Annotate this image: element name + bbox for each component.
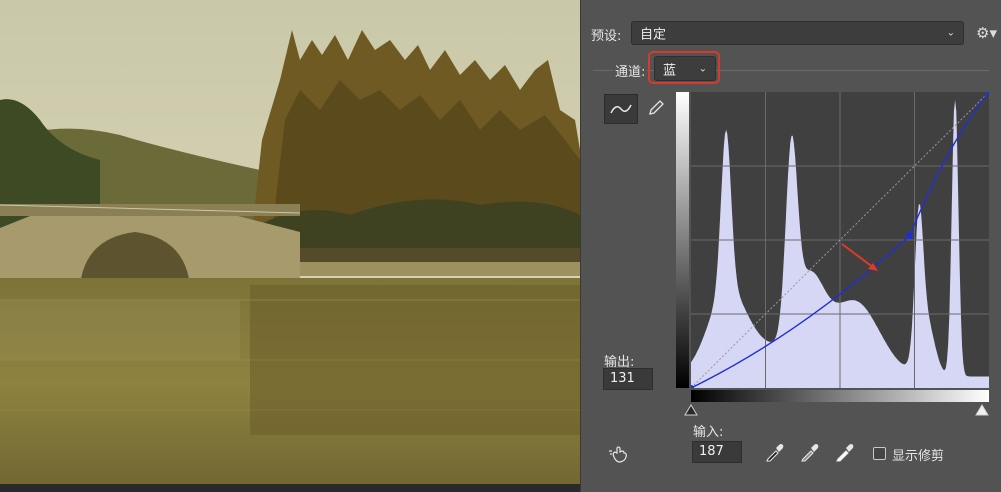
eyedropper-black-icon[interactable]: [764, 441, 786, 463]
annotation-arrow: [841, 243, 878, 271]
hand-adjust-icon[interactable]: [608, 443, 632, 465]
curve-point-icon[interactable]: [604, 94, 638, 124]
chevron-down-icon: ⌄: [946, 27, 955, 39]
curve-control-point[interactable]: [906, 232, 914, 240]
input-label: 输入:: [693, 425, 724, 440]
pencil-icon[interactable]: [640, 94, 672, 122]
eyedropper-gray-icon[interactable]: [799, 441, 821, 463]
preset-label: 预设:: [591, 29, 622, 44]
black-point-slider[interactable]: [684, 404, 698, 416]
gear-icon[interactable]: ⚙▾: [976, 22, 998, 44]
preset-dropdown[interactable]: 自定 ⌄: [631, 21, 964, 45]
eyedropper-white-icon[interactable]: [834, 441, 856, 463]
canvas-photo: [0, 0, 580, 492]
output-field[interactable]: 131: [603, 368, 653, 390]
preset-value: 自定: [640, 27, 667, 43]
input-gradient: [691, 390, 989, 402]
show-clipping-checkbox[interactable]: [873, 447, 886, 460]
channel-highlight-box: [648, 51, 720, 84]
white-point-slider[interactable]: [975, 404, 989, 416]
input-field[interactable]: 187: [692, 441, 742, 463]
channel-label: 通道:: [613, 61, 648, 80]
show-clipping-label: 显示修剪: [892, 449, 945, 464]
output-gradient: [676, 92, 689, 388]
